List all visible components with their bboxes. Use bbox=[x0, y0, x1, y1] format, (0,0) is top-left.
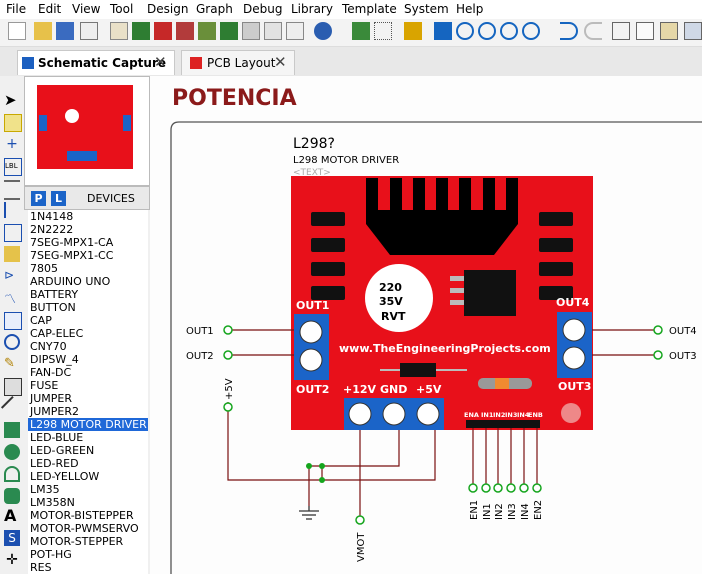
out2-label: OUT2 bbox=[296, 383, 329, 396]
term-label-in4: IN4 bbox=[520, 503, 531, 520]
ground-symbol bbox=[299, 506, 319, 520]
component-name: L298 MOTOR DRIVER bbox=[293, 155, 399, 166]
term-label-5v: +5V bbox=[224, 378, 235, 400]
schematic-drawing: L298? L298 MOTOR DRIVER <TEXT> 220 35V R… bbox=[170, 121, 702, 574]
term-label-en2: EN2 bbox=[533, 500, 544, 520]
cap-label-2: 35V bbox=[379, 295, 403, 308]
gnd-label: GND bbox=[380, 383, 407, 396]
regulator bbox=[464, 270, 516, 316]
pin-label: IN2 bbox=[493, 411, 505, 419]
out1-label: OUT1 bbox=[296, 299, 329, 312]
term-label-in2: IN2 bbox=[494, 503, 505, 520]
pin-label: ENB bbox=[528, 411, 543, 419]
cap-label-3: RVT bbox=[381, 310, 406, 323]
mounting-hole bbox=[561, 403, 581, 423]
component-ref: L298? bbox=[293, 136, 335, 152]
v12-label: +12V bbox=[343, 383, 377, 396]
pin-label: IN3 bbox=[505, 411, 517, 419]
term-label-in1: IN1 bbox=[482, 503, 493, 520]
pin-label: IN1 bbox=[481, 411, 494, 419]
cap-label-1: 220 bbox=[379, 281, 402, 294]
term-label-out4: OUT4 bbox=[669, 326, 697, 337]
out4-label: OUT4 bbox=[556, 296, 590, 309]
v5-label: +5V bbox=[416, 383, 442, 396]
term-label-out3: OUT3 bbox=[669, 351, 697, 362]
pin-label: ENA bbox=[464, 411, 479, 419]
term-label-out2: OUT2 bbox=[186, 351, 214, 362]
term-label-out1: OUT1 bbox=[186, 326, 214, 337]
term-label-en1: EN1 bbox=[469, 500, 480, 520]
diode bbox=[400, 363, 436, 377]
term-label-in3: IN3 bbox=[507, 503, 518, 520]
out3-label: OUT3 bbox=[558, 380, 591, 393]
term-label-vmot: VMOT bbox=[356, 532, 367, 562]
header-pins bbox=[466, 420, 540, 428]
website-text: www.TheEngineeringProjects.com bbox=[339, 342, 551, 355]
